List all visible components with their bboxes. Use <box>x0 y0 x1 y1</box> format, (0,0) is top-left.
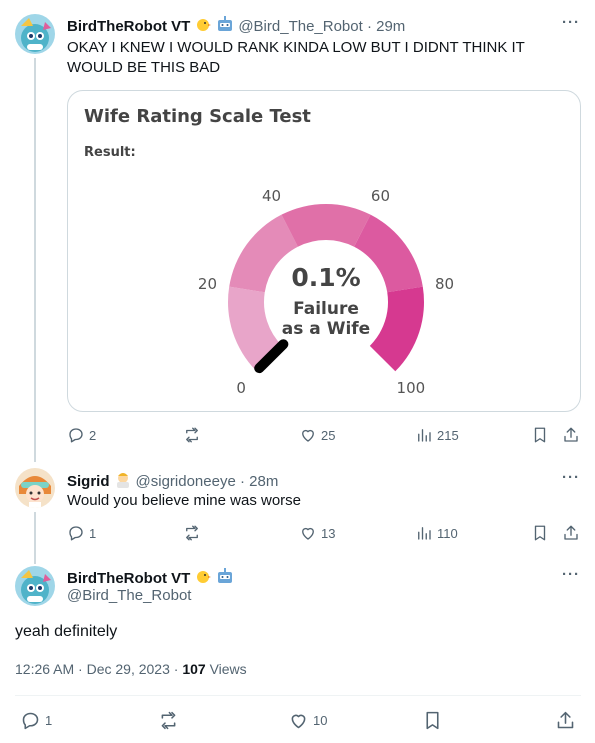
repost-icon <box>186 427 198 443</box>
avatar-birdtherobot[interactable] <box>15 14 55 54</box>
heart-icon <box>302 429 314 442</box>
tweet-text: Would you believe mine was worse <box>67 492 302 509</box>
gauge-tick-label: 80 <box>435 275 454 293</box>
tweet-text: yeah definitely <box>15 623 118 640</box>
gauge-tick-label: 20 <box>198 275 217 293</box>
repost-button[interactable] <box>158 710 179 731</box>
gauge-tick-label: 0 <box>236 379 246 397</box>
like-button[interactable]: 13 <box>299 524 335 542</box>
views-count: 107 <box>182 661 206 677</box>
like-count: 25 <box>321 427 336 443</box>
scientist-emoji-icon <box>114 470 132 493</box>
thread-line <box>34 58 36 462</box>
repost-button[interactable] <box>183 426 205 444</box>
share-icon <box>564 525 578 540</box>
views-count: 215 <box>437 427 459 443</box>
bookmark-button[interactable] <box>422 710 443 731</box>
handle[interactable]: @Bird_The_Robot <box>67 587 191 604</box>
tweet-meta: 12:26 AM · Dec 29, 2023 · 107 Views <box>15 661 247 677</box>
reply-icon <box>69 428 83 443</box>
like-button[interactable]: 25 <box>299 426 335 444</box>
reply-icon <box>22 712 39 730</box>
share-button[interactable] <box>562 426 580 444</box>
repost-icon <box>186 525 198 541</box>
divider <box>15 695 581 696</box>
chick-emoji-icon <box>194 567 212 590</box>
gauge-tick-label: 100 <box>397 379 426 397</box>
more-options-button[interactable]: ··· <box>562 566 580 583</box>
like-count: 13 <box>321 525 336 541</box>
bookmark-icon <box>534 427 546 443</box>
gauge-value: 0.1% <box>291 263 361 292</box>
robot-emoji-icon <box>216 567 234 590</box>
avatar-birdtherobot[interactable] <box>15 566 55 606</box>
share-button[interactable] <box>555 710 576 731</box>
reply-count: 1 <box>89 525 97 541</box>
gauge-segment <box>281 204 371 247</box>
bookmark-icon <box>534 525 546 541</box>
bookmark-icon <box>426 711 439 730</box>
tweet-text: OKAY I KNEW I WOULD RANK KINDA LOW BUT I… <box>67 39 525 76</box>
quiz-result-card[interactable]: Wife Rating Scale Test Result: 0 20 40 60 80… <box>67 90 581 412</box>
views-count: 110 <box>437 525 458 541</box>
gauge-caption-line1: Failure <box>293 299 359 319</box>
gauge-chart: 0 20 40 60 80 100 <box>198 187 454 397</box>
reply-count: 2 <box>89 427 97 443</box>
avatar-sigrid[interactable] <box>15 468 55 508</box>
bookmark-button[interactable] <box>531 426 549 444</box>
reply-icon <box>69 526 83 541</box>
views-button[interactable]: 215 <box>415 426 459 444</box>
display-name[interactable]: BirdTheRobot VT <box>67 570 190 587</box>
thread-line <box>34 512 36 564</box>
bookmark-button[interactable] <box>531 524 549 542</box>
share-button[interactable] <box>562 524 580 542</box>
display-name[interactable]: Sigrid <box>67 473 110 490</box>
tweet-timestamp[interactable]: 12:26 AM · Dec 29, 2023 · <box>15 661 182 677</box>
views-icon <box>418 429 431 442</box>
reply-button[interactable]: 2 <box>67 426 96 444</box>
like-button[interactable]: 10 <box>288 710 327 731</box>
gauge-caption-line2: as a Wife <box>281 319 371 339</box>
display-name[interactable]: BirdTheRobot VT <box>67 18 190 35</box>
handle-timestamp[interactable]: @sigridoneeye · 28m <box>136 473 279 490</box>
views-label: Views <box>205 661 247 677</box>
reply-button[interactable]: 1 <box>67 524 96 542</box>
share-icon <box>564 427 578 442</box>
views-icon <box>418 527 431 540</box>
like-count: 10 <box>313 713 328 728</box>
views-button[interactable]: 110 <box>415 524 458 542</box>
more-options-button[interactable]: ··· <box>562 469 580 486</box>
reply-count: 1 <box>45 713 53 728</box>
repost-button[interactable] <box>183 524 205 542</box>
robot-emoji-icon <box>216 15 234 38</box>
handle-timestamp[interactable]: @Bird_The_Robot · 29m <box>238 18 405 35</box>
heart-icon <box>302 527 314 540</box>
heart-icon <box>291 714 306 729</box>
share-icon <box>557 711 574 729</box>
reply-button[interactable]: 1 <box>20 710 52 731</box>
more-options-button[interactable]: ··· <box>562 14 580 31</box>
chick-emoji-icon <box>194 15 212 38</box>
gauge-tick-label: 60 <box>371 187 390 205</box>
repost-icon <box>161 711 176 730</box>
gauge-tick-label: 40 <box>262 187 281 205</box>
